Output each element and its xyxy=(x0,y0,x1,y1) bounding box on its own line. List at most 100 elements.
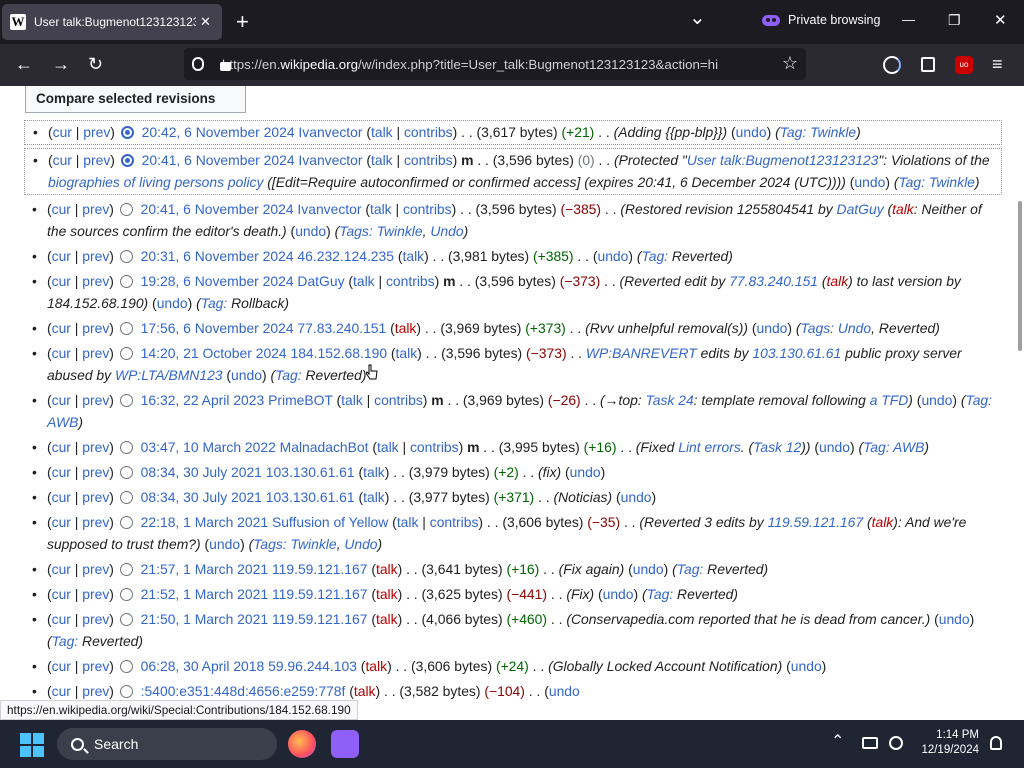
prev-link[interactable]: prev xyxy=(82,273,109,289)
revision-radio[interactable] xyxy=(119,563,133,576)
minimize-button[interactable]: — xyxy=(902,13,915,26)
revision-user[interactable]: 59.96.244.103 xyxy=(268,658,357,674)
firefox-icon[interactable] xyxy=(288,730,316,758)
user-talk-link[interactable]: talk xyxy=(402,248,424,264)
revision-timestamp[interactable]: 20:41, 6 November 2024 xyxy=(142,152,295,168)
user-contribs-link[interactable]: contribs xyxy=(404,124,453,140)
revision-radio[interactable] xyxy=(119,250,133,263)
prev-link[interactable]: prev xyxy=(82,514,109,530)
undo-link[interactable]: undo xyxy=(231,367,262,383)
revision-user[interactable]: Ivanvector xyxy=(298,152,362,168)
close-window-button[interactable]: ✕ xyxy=(994,13,1007,28)
user-talk-link[interactable]: talk xyxy=(341,392,363,408)
undo-link[interactable]: undo xyxy=(736,124,767,140)
reload-button[interactable]: ↻ xyxy=(88,55,103,73)
cur-link[interactable]: cur xyxy=(52,392,71,408)
revision-timestamp[interactable]: 17:56, 6 November 2024 xyxy=(141,320,294,336)
revision-user[interactable]: Ivanvector xyxy=(298,124,362,140)
undo-link[interactable]: undo xyxy=(939,611,970,627)
tag-item[interactable]: Undo xyxy=(430,223,463,239)
revision-timestamp[interactable]: 14:20, 21 October 2024 xyxy=(141,345,287,361)
revision-radio[interactable] xyxy=(119,347,133,360)
revision-radio[interactable] xyxy=(119,588,133,601)
tag-item[interactable]: Reverted xyxy=(879,320,935,336)
tag-item[interactable]: Reverted xyxy=(707,561,763,577)
user-talk-link[interactable]: talk xyxy=(370,201,392,217)
summary-link[interactable]: 103.130.61.61 xyxy=(752,345,841,361)
revision-radio[interactable] xyxy=(119,466,133,479)
revision-user[interactable]: 103.130.61.61 xyxy=(266,464,355,480)
tags-label[interactable]: Tag: xyxy=(201,295,228,311)
summary-link[interactable]: User talk:Bugmenot123123123 xyxy=(687,152,879,168)
prev-link[interactable]: prev xyxy=(82,439,109,455)
prev-link[interactable]: prev xyxy=(82,586,109,602)
user-talk-link[interactable]: talk xyxy=(353,273,375,289)
revision-radio[interactable] xyxy=(119,660,133,673)
ublock-icon[interactable]: uo xyxy=(955,56,973,74)
sync-icon[interactable] xyxy=(883,56,901,74)
volume-icon[interactable] xyxy=(889,736,903,750)
undo-link[interactable]: undo xyxy=(854,174,885,190)
user-talk-link[interactable]: talk xyxy=(395,320,417,336)
prev-link[interactable]: prev xyxy=(82,392,109,408)
cur-link[interactable]: cur xyxy=(52,561,71,577)
revision-user[interactable]: DatGuy xyxy=(297,273,344,289)
undo-link[interactable]: undo xyxy=(633,561,664,577)
user-contribs-link[interactable]: contribs xyxy=(404,152,453,168)
user-talk-link[interactable]: talk xyxy=(371,152,393,168)
tag-item[interactable]: Undo xyxy=(344,536,377,552)
cur-link[interactable]: cur xyxy=(52,683,71,699)
cur-link[interactable]: cur xyxy=(52,320,71,336)
revision-timestamp[interactable]: 16:32, 22 April 2023 xyxy=(141,392,265,408)
url-text[interactable]: https://en.wikipedia.org/w/index.php?tit… xyxy=(222,57,722,72)
revision-user[interactable]: 184.152.68.190 xyxy=(290,345,387,361)
undo-link[interactable]: undo xyxy=(819,439,850,455)
prev-link[interactable]: prev xyxy=(82,320,109,336)
undo-link[interactable]: undo xyxy=(621,489,652,505)
user-contribs-link[interactable]: contribs xyxy=(410,439,459,455)
revision-user[interactable]: 77.83.240.151 xyxy=(297,320,386,336)
user-contribs-link[interactable]: contribs xyxy=(430,514,479,530)
revision-user[interactable]: Suffusion of Yellow xyxy=(272,514,388,530)
notification-bell-icon[interactable] xyxy=(990,736,1002,750)
tag-item[interactable]: Rollback xyxy=(231,295,284,311)
revision-user[interactable]: PrimeBOT xyxy=(268,392,333,408)
close-tab-icon[interactable]: ✕ xyxy=(200,14,211,30)
firefox-private-icon[interactable] xyxy=(331,730,359,758)
revision-user[interactable]: 119.59.121.167 xyxy=(272,561,368,577)
cur-link[interactable]: cur xyxy=(53,152,72,168)
undo-link[interactable]: undo xyxy=(209,536,240,552)
prev-link[interactable]: prev xyxy=(83,124,110,140)
scrollbar-thumb[interactable] xyxy=(1018,201,1022,351)
prev-link[interactable]: prev xyxy=(82,561,109,577)
summary-link[interactable]: WP:BANREVERT xyxy=(586,345,697,361)
user-talk-link[interactable]: talk xyxy=(354,683,376,699)
user-talk-link[interactable]: talk xyxy=(365,658,387,674)
user-talk-link[interactable]: talk xyxy=(397,514,419,530)
summary-talk-link[interactable]: talk xyxy=(827,273,849,289)
windows-start-icon[interactable] xyxy=(20,733,44,757)
prev-link[interactable]: prev xyxy=(82,683,109,699)
tag-item[interactable]: Twinkle xyxy=(810,124,856,140)
taskbar-clock[interactable]: 1:14 PM 12/19/2024 xyxy=(921,728,979,758)
cur-link[interactable]: cur xyxy=(52,201,71,217)
extensions-icon[interactable] xyxy=(921,57,935,72)
tag-item[interactable]: Twinkle xyxy=(291,536,337,552)
revision-radio[interactable] xyxy=(119,491,133,504)
undo-link[interactable]: undo xyxy=(597,248,628,264)
revision-timestamp[interactable]: 19:28, 6 November 2024 xyxy=(141,273,294,289)
cur-link[interactable]: cur xyxy=(52,514,71,530)
undo-link[interactable]: undo xyxy=(791,658,822,674)
tag-item[interactable]: Twinkle xyxy=(377,223,423,239)
summary-link[interactable]: a TFD xyxy=(870,392,909,408)
revision-user[interactable]: 119.59.121.167 xyxy=(272,586,368,602)
user-contribs-link[interactable]: contribs xyxy=(374,392,423,408)
user-talk-link[interactable]: talk xyxy=(376,586,398,602)
lock-icon[interactable] xyxy=(220,62,231,71)
user-talk-link[interactable]: talk xyxy=(376,561,398,577)
tags-label[interactable]: Tag: xyxy=(863,439,890,455)
cur-link[interactable]: cur xyxy=(52,273,71,289)
url-bar[interactable]: https://en.wikipedia.org/w/index.php?tit… xyxy=(184,48,806,80)
summary-link[interactable]: DatGuy xyxy=(837,201,884,217)
revision-timestamp[interactable]: 22:18, 1 March 2021 xyxy=(141,514,268,530)
